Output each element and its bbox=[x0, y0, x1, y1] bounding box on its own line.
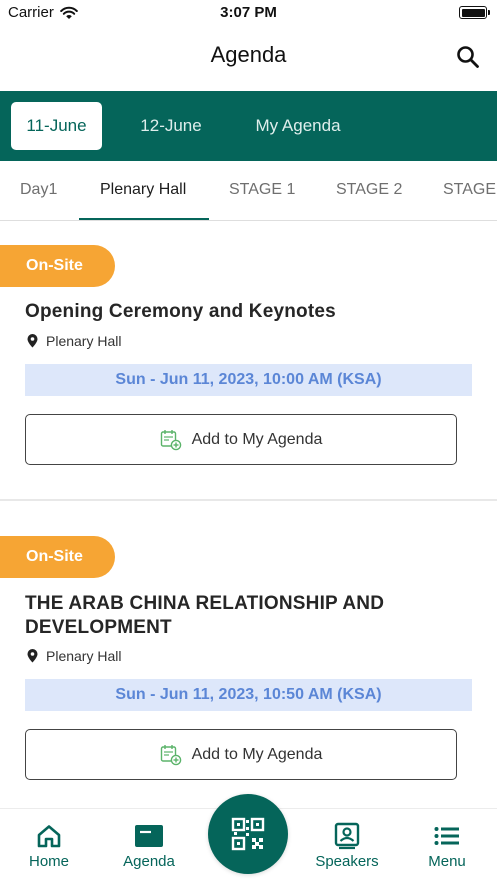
nav-home-label: Home bbox=[28, 853, 69, 870]
tab-stage-2[interactable]: STAGE 2 bbox=[336, 161, 402, 220]
home-icon bbox=[37, 825, 61, 848]
add-to-agenda-button[interactable]: Add to My Agenda bbox=[25, 729, 457, 780]
tab-day1[interactable]: Day1 bbox=[20, 161, 57, 220]
card-divider bbox=[0, 499, 497, 501]
nav-agenda[interactable]: Agenda bbox=[104, 823, 194, 870]
venue-label: Plenary Hall bbox=[46, 648, 122, 664]
qr-code-icon bbox=[231, 817, 265, 851]
calendar-add-icon bbox=[160, 429, 181, 450]
location-pin-icon bbox=[27, 334, 38, 348]
qr-scan-button[interactable] bbox=[208, 794, 288, 874]
nav-speakers-label: Speakers bbox=[315, 853, 379, 870]
menu-icon bbox=[434, 827, 459, 845]
add-to-agenda-label: Add to My Agenda bbox=[191, 430, 323, 448]
event-venue: Plenary Hall bbox=[27, 333, 121, 349]
calendar-add-icon bbox=[160, 744, 181, 765]
event-title[interactable]: THE ARAB CHINA RELATIONSHIP AND DEVELOPM… bbox=[25, 592, 465, 640]
location-pin-icon bbox=[27, 649, 38, 663]
venue-label: Plenary Hall bbox=[46, 333, 122, 349]
date-tab-bar: 11-June 12-June My Agenda bbox=[0, 91, 497, 161]
tab-my-agenda[interactable]: My Agenda bbox=[240, 102, 356, 150]
onsite-badge: On-Site bbox=[0, 536, 115, 578]
add-to-agenda-button[interactable]: Add to My Agenda bbox=[25, 414, 457, 465]
tab-12-june[interactable]: 12-June bbox=[122, 102, 220, 150]
search-icon bbox=[457, 46, 479, 68]
status-time: 3:07 PM bbox=[220, 4, 277, 21]
event-title[interactable]: Opening Ceremony and Keynotes bbox=[25, 300, 465, 324]
nav-menu[interactable]: Menu bbox=[402, 823, 492, 870]
event-datetime: Sun - Jun 11, 2023, 10:50 AM (KSA) bbox=[25, 679, 472, 711]
tab-plenary-hall[interactable]: Plenary Hall bbox=[100, 161, 186, 220]
event-datetime: Sun - Jun 11, 2023, 10:00 AM (KSA) bbox=[25, 364, 472, 396]
header: Agenda bbox=[0, 28, 497, 90]
active-tab-indicator bbox=[79, 218, 209, 220]
page-title: Agenda bbox=[210, 42, 287, 67]
nav-menu-label: Menu bbox=[428, 853, 466, 870]
agenda-icon bbox=[135, 825, 163, 847]
event-venue: Plenary Hall bbox=[27, 648, 121, 664]
search-button[interactable] bbox=[455, 44, 481, 70]
nav-agenda-label: Agenda bbox=[123, 853, 175, 870]
status-bar: Carrier 3:07 PM bbox=[0, 0, 497, 28]
speakers-icon bbox=[334, 822, 360, 850]
nav-home[interactable]: Home bbox=[4, 823, 94, 870]
nav-speakers[interactable]: Speakers bbox=[302, 822, 392, 870]
tab-stage-1[interactable]: STAGE 1 bbox=[229, 161, 295, 220]
battery-icon bbox=[459, 6, 490, 19]
stage-tab-bar: Day1 Plenary Hall STAGE 1 STAGE 2 STAGE bbox=[0, 161, 497, 221]
tab-11-june[interactable]: 11-June bbox=[11, 102, 102, 150]
add-to-agenda-label: Add to My Agenda bbox=[191, 745, 323, 763]
onsite-badge: On-Site bbox=[0, 245, 115, 287]
tab-stage-3[interactable]: STAGE bbox=[443, 161, 496, 220]
